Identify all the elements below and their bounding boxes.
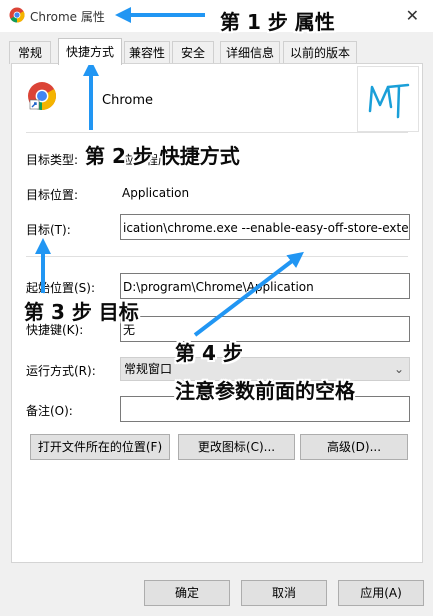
window-title: Chrome 属性: [30, 10, 105, 24]
annotation-step4-line2: 注意参数前面的空格: [175, 379, 355, 403]
chrome-icon: [9, 7, 25, 23]
annotation-step3: 第 3 步 目标: [24, 300, 139, 324]
target-location-label: 目标位置:: [26, 188, 79, 202]
shortcut-key-field[interactable]: 无: [120, 316, 410, 342]
start-in-field[interactable]: D:\program\Chrome\Application: [120, 273, 410, 299]
annotation-step2: 第 2 步 快捷方式: [85, 144, 240, 168]
mt-logo: [357, 66, 419, 132]
tab-security[interactable]: 安全: [172, 41, 214, 64]
run-label: 运行方式(R):: [26, 364, 96, 378]
tab-previous-versions[interactable]: 以前的版本: [283, 41, 357, 64]
target-field[interactable]: ication\chrome.exe --enable-easy-off-sto…: [120, 214, 410, 240]
tab-details[interactable]: 详细信息: [220, 41, 280, 64]
app-name: Chrome: [102, 93, 153, 108]
separator: [26, 256, 408, 257]
tab-strip: 常规 快捷方式 兼容性 安全 详细信息 以前的版本: [0, 32, 433, 65]
open-location-button[interactable]: 打开文件所在的位置(F): [30, 434, 170, 460]
comment-label: 备注(O):: [26, 404, 73, 418]
annotation-step4-line1: 第 4 步: [175, 341, 243, 365]
apply-button[interactable]: 应用(A): [338, 580, 424, 606]
target-type-label: 目标类型:: [26, 153, 79, 167]
start-in-label: 起始位置(S):: [26, 281, 96, 295]
target-label: 目标(T):: [26, 223, 71, 237]
target-location-value: Application: [122, 186, 190, 200]
change-icon-button[interactable]: 更改图标(C)...: [178, 434, 295, 460]
chrome-shortcut-icon: [28, 82, 56, 110]
tab-general[interactable]: 常规: [9, 41, 51, 64]
cancel-button[interactable]: 取消: [241, 580, 327, 606]
separator: [26, 132, 408, 133]
title-bar: Chrome 属性 ✕: [0, 0, 433, 32]
tab-shortcut[interactable]: 快捷方式: [58, 38, 122, 65]
chevron-down-icon: ⌄: [393, 362, 404, 376]
advanced-button[interactable]: 高级(D)...: [300, 434, 408, 460]
ok-button[interactable]: 确定: [144, 580, 230, 606]
annotation-step1: 第 1 步 属性: [220, 10, 335, 34]
tab-compatibility[interactable]: 兼容性: [124, 41, 170, 64]
close-icon[interactable]: ✕: [406, 6, 419, 25]
